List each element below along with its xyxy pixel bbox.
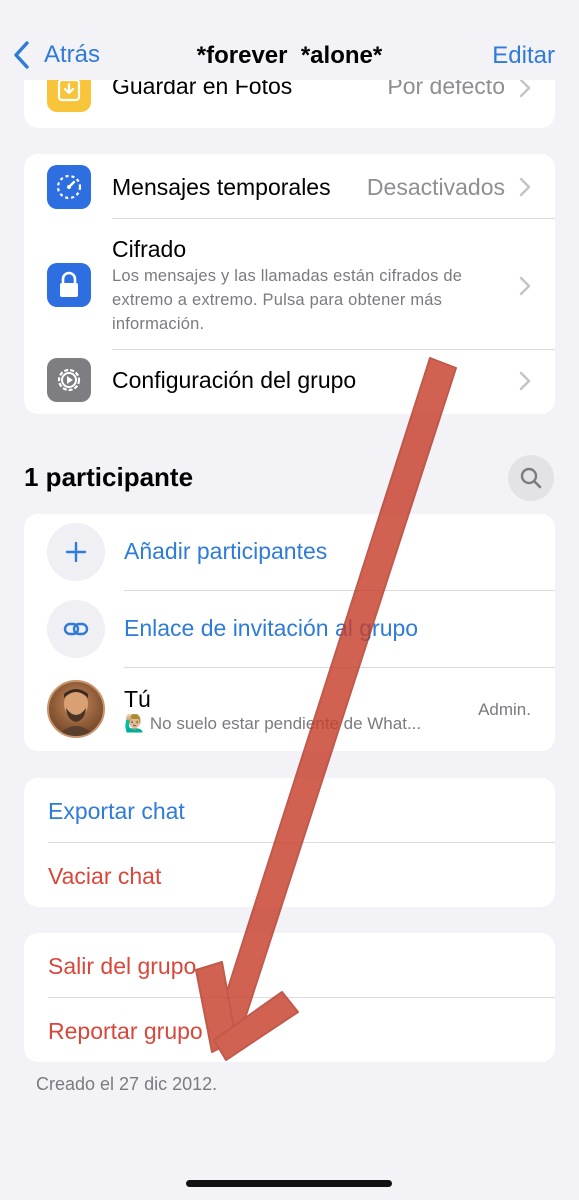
chevron-right-icon [519,177,531,197]
report-group-button[interactable]: Reportar grupo [48,1018,203,1045]
timer-icon [47,165,91,209]
avatar [47,680,105,738]
encryption-row[interactable]: Cifrado Los mensajes y las llamadas está… [24,219,555,349]
chat-actions-card: Exportar chat Vaciar chat [24,778,555,907]
participant-name: Tú [124,686,151,712]
search-participants-button[interactable] [508,455,554,501]
admin-badge: Admin. [478,700,531,719]
participants-card: Añadir participantes Enlace de invitació… [24,514,555,751]
encryption-description-line: Los mensajes y las llamadas están cifrad… [112,267,463,285]
home-indicator[interactable] [186,1180,392,1187]
save-to-photos-row[interactable]: Guardar en Fotos Por defecto [24,68,555,128]
encryption-description-line: extremo a extremo. Pulsa para obtener má… [112,291,443,309]
group-settings-row[interactable]: Configuración del grupo [24,350,555,414]
created-date: Creado el 27 dic 2012. [36,1074,218,1094]
search-icon [520,467,542,489]
group-info-screen: Guardar en Fotos Por defecto Atrás *fore… [0,0,579,1200]
temporary-messages-value: Desactivados [366,174,505,200]
chevron-right-icon [519,78,531,98]
participant-row[interactable]: Tú 🙋🏼‍♂️ No suelo estar pendiente de Wha… [24,514,555,751]
chevron-right-icon [519,276,531,296]
exit-group-button[interactable]: Salir del grupo [48,953,196,980]
encryption-description-line: información. [112,315,205,333]
participant-status: 🙋🏼‍♂️ No suelo estar pendiente de What..… [124,714,422,733]
group-settings-label: Configuración del grupo [112,367,357,393]
chevron-right-icon [519,371,531,391]
clear-chat-button[interactable]: Vaciar chat [48,863,161,890]
group-actions-card: Salir del grupo Reportar grupo [24,933,555,1062]
encryption-description: Los mensajes y las llamadas están cifrad… [112,264,512,336]
divider [48,997,555,998]
gear-icon [47,358,91,402]
navigation-bar: Atrás *forever *alone* Editar [0,0,579,80]
group-settings-card: Mensajes temporales Desactivados Cifrado… [24,154,555,414]
divider [48,842,555,843]
encryption-label: Cifrado [112,236,187,262]
temporary-messages-label: Mensajes temporales [112,174,331,200]
export-chat-button[interactable]: Exportar chat [48,798,185,825]
edit-button[interactable]: Editar [492,42,555,70]
participants-header: 1 participante [24,462,194,492]
temporary-messages-row[interactable]: Mensajes temporales Desactivados [24,154,555,218]
lock-icon [47,263,91,307]
